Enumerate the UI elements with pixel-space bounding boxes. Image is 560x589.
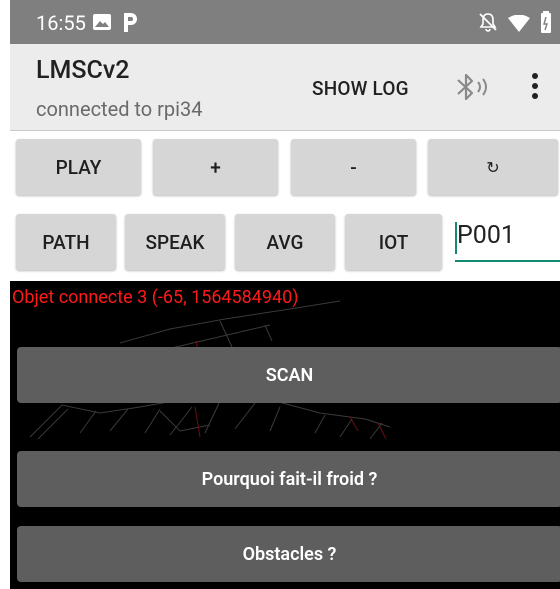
wifi-icon xyxy=(508,14,530,36)
speak-button[interactable]: SPEAK xyxy=(125,214,225,270)
minus-button[interactable]: - xyxy=(291,139,416,195)
path-button[interactable]: PATH xyxy=(16,214,116,270)
overflow-menu-icon[interactable] xyxy=(531,72,539,104)
object-id-field[interactable]: P001 xyxy=(455,216,560,262)
connection-subtitle: connected to rpi34 xyxy=(36,97,203,121)
parking-notification-icon xyxy=(122,11,138,37)
show-log-button[interactable]: SHOW LOG xyxy=(312,77,409,100)
image-notification-icon xyxy=(92,13,112,35)
avg-button[interactable]: AVG xyxy=(235,214,335,270)
plus-button[interactable]: + xyxy=(153,139,278,195)
status-bar: 16:55 xyxy=(10,0,560,44)
object-status-text: Objet connecte 3 (-65, 1564584940) xyxy=(12,287,299,308)
app-screen: 16:55 LMSCv2 connected to rpi34 SHOW LOG xyxy=(10,0,560,589)
obstacles-button[interactable]: Obstacles ? xyxy=(17,526,560,582)
status-time: 16:55 xyxy=(36,11,86,35)
why-cold-button[interactable]: Pourquoi fait-il froid ? xyxy=(17,451,560,507)
bluetooth-icon[interactable] xyxy=(454,71,490,107)
app-bar: LMSCv2 connected to rpi34 SHOW LOG xyxy=(10,44,560,131)
refresh-button[interactable]: ↻ xyxy=(428,139,558,195)
app-title: LMSCv2 xyxy=(36,56,130,85)
scan-button[interactable]: SCAN xyxy=(17,347,560,403)
bell-off-icon xyxy=(478,12,498,36)
object-id-value: P001 xyxy=(457,221,515,250)
battery-icon xyxy=(540,11,552,37)
iot-button[interactable]: IOT xyxy=(345,214,442,270)
play-button[interactable]: PLAY xyxy=(16,139,141,195)
